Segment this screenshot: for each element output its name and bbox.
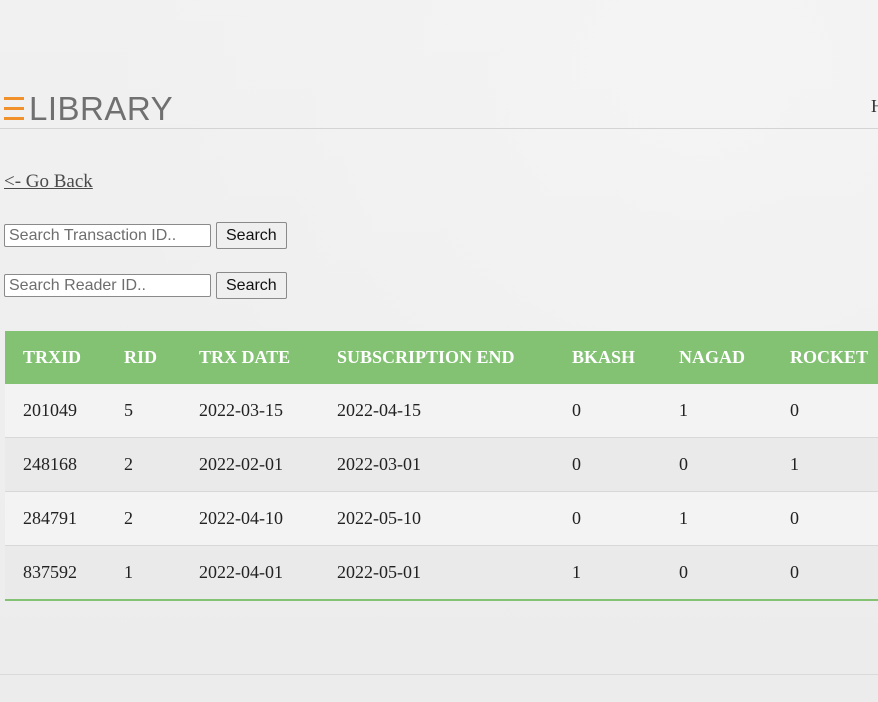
cell-nagad: 0 [661, 437, 772, 492]
column-header-subscription-end: SUBSCRIPTION END [337, 347, 515, 367]
site-header: LIBRARY H [0, 0, 878, 129]
cell-trxid: 248168 [5, 437, 106, 492]
cell-trxid: 284791 [5, 491, 106, 546]
cell-trxid: 201049 [5, 384, 106, 438]
cell-bkash: 0 [554, 437, 661, 492]
transaction-search-button[interactable]: Search [216, 222, 287, 249]
reader-search-form: Search [4, 272, 287, 299]
transactions-table: TRXID RID TRX DATE SUBSCRIPTION END BKAS… [5, 331, 878, 601]
column-header-trx-date: TRX DATE [199, 347, 291, 367]
nav-link-home[interactable]: H [871, 96, 878, 117]
cell-rocket: 0 [772, 491, 878, 546]
cell-subscription-end: 2022-05-10 [319, 491, 554, 546]
reader-search-button[interactable]: Search [216, 272, 287, 299]
cell-bkash: 0 [554, 384, 661, 438]
cell-rocket: 1 [772, 437, 878, 492]
cell-subscription-end: 2022-04-15 [319, 384, 554, 438]
cell-rocket: 0 [772, 545, 878, 601]
column-header-trxid: TRXID [23, 347, 82, 367]
table-header-row: TRXID RID TRX DATE SUBSCRIPTION END BKAS… [5, 331, 878, 384]
cell-trx-date: 2022-04-01 [181, 545, 319, 601]
go-back-link[interactable]: <- Go Back [4, 171, 93, 193]
column-header-rid: RID [124, 347, 158, 367]
cell-trx-date: 2022-02-01 [181, 437, 319, 492]
table-row: 837592 1 2022-04-01 2022-05-01 1 0 0 [5, 545, 878, 601]
table-row: 248168 2 2022-02-01 2022-03-01 0 0 1 [5, 437, 878, 492]
cell-nagad: 1 [661, 491, 772, 546]
table-row: 284791 2 2022-04-10 2022-05-10 0 1 0 [5, 491, 878, 546]
cell-subscription-end: 2022-05-01 [319, 545, 554, 601]
footer-divider [0, 674, 878, 675]
cell-rid: 1 [106, 545, 181, 601]
cell-rid: 5 [106, 384, 181, 438]
cell-bkash: 0 [554, 491, 661, 546]
cell-trx-date: 2022-04-10 [181, 491, 319, 546]
cell-bkash: 1 [554, 545, 661, 601]
cell-trx-date: 2022-03-15 [181, 384, 319, 438]
column-header-bkash: BKASH [572, 347, 636, 367]
cell-trxid: 837592 [5, 545, 106, 601]
table-row: 201049 5 2022-03-15 2022-04-15 0 1 0 [5, 384, 878, 438]
cell-subscription-end: 2022-03-01 [319, 437, 554, 492]
elibrary-logo[interactable]: LIBRARY [4, 89, 173, 127]
cell-rocket: 0 [772, 384, 878, 438]
cell-nagad: 0 [661, 545, 772, 601]
reader-id-search-input[interactable] [4, 274, 211, 297]
cell-rid: 2 [106, 437, 181, 492]
column-header-nagad: NAGAD [679, 347, 745, 367]
transaction-id-search-input[interactable] [4, 224, 211, 247]
cell-rid: 2 [106, 491, 181, 546]
column-header-rocket: ROCKET [790, 347, 869, 367]
transaction-search-form: Search [4, 222, 287, 249]
cell-nagad: 1 [661, 384, 772, 438]
logo-e-icon [4, 94, 24, 122]
logo-text: LIBRARY [29, 89, 174, 127]
